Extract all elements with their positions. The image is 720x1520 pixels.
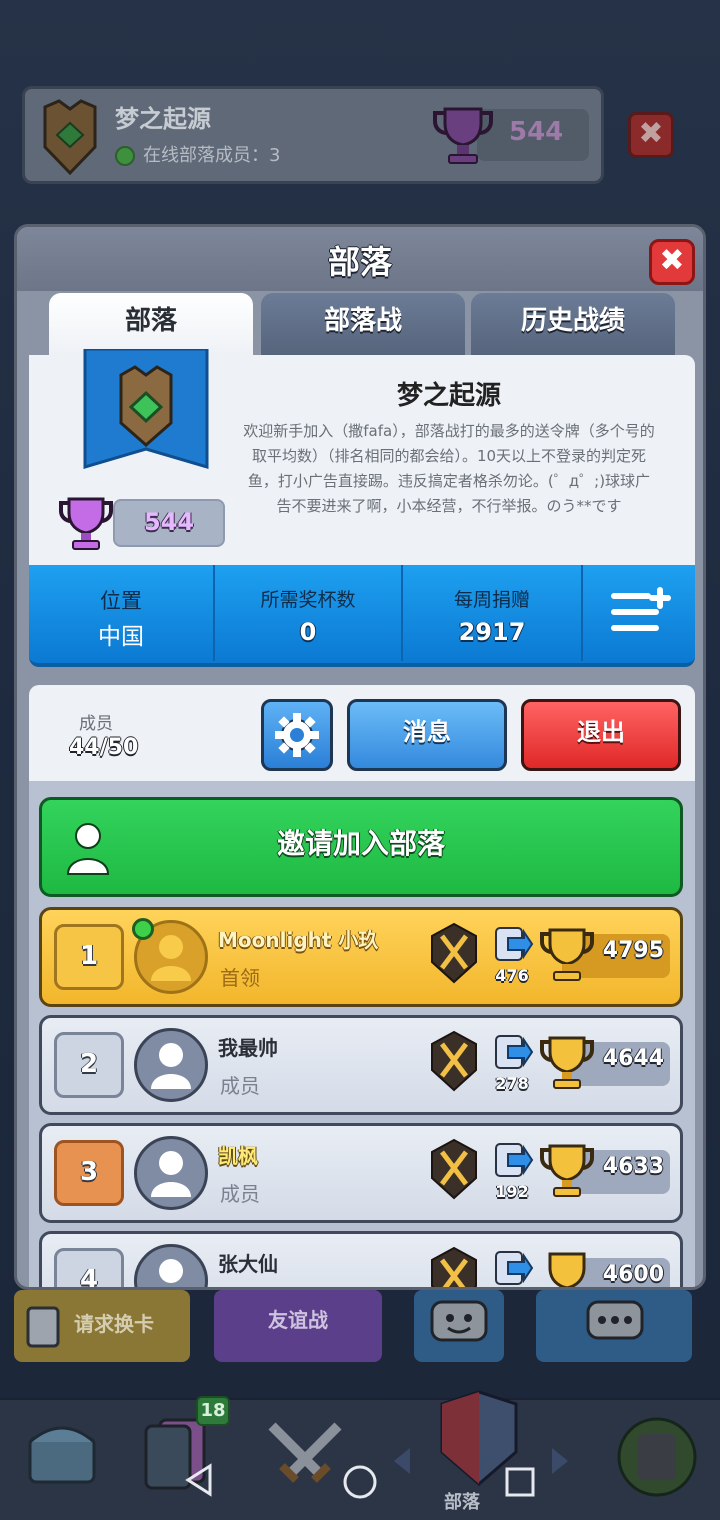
- stat-required-trophies: 所需奖杯数 0: [215, 565, 401, 661]
- donation-card-icon: [495, 927, 534, 961]
- events-icon[interactable]: [612, 1412, 702, 1502]
- invite-label: 邀请加入部落: [276, 827, 445, 860]
- cards-badge: 18: [196, 1396, 230, 1426]
- member-trophies: 4795: [602, 938, 664, 963]
- top-close-button[interactable]: ✖: [628, 112, 674, 158]
- modal-title: 部落: [327, 243, 392, 281]
- donation-card-icon: [495, 1251, 534, 1285]
- avatar: [134, 1028, 208, 1102]
- weekly-label: 每周捐赠: [453, 589, 530, 611]
- online-indicator: [132, 918, 154, 940]
- friendly-battle-button[interactable]: 友谊战: [214, 1290, 382, 1362]
- settings-button[interactable]: [261, 699, 333, 771]
- online-members: 在线部落成员：3: [115, 141, 280, 167]
- gear-icon: [275, 713, 319, 757]
- trophy-icon: [433, 107, 493, 164]
- chat-button[interactable]: [536, 1290, 692, 1362]
- stat-location: 位置 中国: [29, 565, 213, 661]
- member-trophies: 4600: [602, 1262, 664, 1287]
- stat-weekly-donations: 每周捐赠 2917: [403, 565, 581, 661]
- clan-modal: 部落 ✖ 部落 部落战 历史战绩 梦之起源 欢迎新手加入（撒fafa），部落战打…: [14, 224, 706, 1290]
- rank-badge: 2: [54, 1032, 124, 1098]
- avatar: [134, 1136, 208, 1210]
- emote-button[interactable]: [414, 1290, 504, 1362]
- clan-header-card[interactable]: 梦之起源 在线部落成员：3 544: [22, 86, 604, 184]
- member-role: 首领: [220, 966, 260, 990]
- member-trophies: 4644: [602, 1046, 664, 1071]
- online-text: 在线部落成员：3: [143, 145, 281, 166]
- clan-badge-icon: [43, 99, 97, 176]
- nav-right-arrow-icon[interactable]: [548, 1444, 572, 1478]
- members-panel: 成员 44/50 消息 退出: [29, 685, 695, 781]
- donation-count: 476: [495, 966, 529, 985]
- divider: [581, 565, 583, 661]
- war-sword-icon: [431, 1030, 477, 1092]
- friendly-battle-label: 友谊战: [268, 1308, 328, 1332]
- online-icon: [115, 146, 135, 166]
- trophy-count: 544: [509, 117, 564, 147]
- recents-icon[interactable]: [504, 1466, 536, 1498]
- user-icon: [159, 1259, 183, 1283]
- request-cards-button[interactable]: 请求换卡: [14, 1290, 190, 1362]
- clan-info-card: 梦之起源 欢迎新手加入（撒fafa），部落战打的最多的送令牌（多个号的取平均数）…: [29, 349, 695, 565]
- tab-war-history[interactable]: 历史战绩: [471, 293, 675, 355]
- battle-swords-icon[interactable]: [262, 1416, 348, 1496]
- user-icon: [151, 1151, 191, 1197]
- avatar: [134, 1244, 208, 1287]
- chest-icon[interactable]: [22, 1412, 102, 1492]
- rank-badge: 3: [54, 1140, 124, 1206]
- back-icon[interactable]: [184, 1462, 214, 1498]
- war-sword-icon: [431, 922, 477, 984]
- member-name: 我最帅: [218, 1036, 278, 1060]
- location-value: 中国: [98, 624, 144, 650]
- member-row[interactable]: 1 Moonlight 小玖 首领 476 4795: [39, 907, 683, 1007]
- user-icon: [151, 1043, 191, 1089]
- request-cards-label: 请求换卡: [74, 1312, 154, 1336]
- war-sword-icon: [431, 1138, 477, 1200]
- member-trophies: 4633: [602, 1154, 664, 1179]
- rank-badge: 4: [54, 1248, 124, 1287]
- nav-left-arrow-icon[interactable]: [390, 1444, 414, 1478]
- sort-add-icon[interactable]: [609, 587, 673, 639]
- clan-title: 梦之起源: [396, 381, 501, 411]
- exit-button[interactable]: 退出: [521, 699, 681, 771]
- donation-card-icon: [495, 1035, 534, 1069]
- member-row[interactable]: 2 我最帅 成员 278 4644: [39, 1015, 683, 1115]
- tab-clan-war[interactable]: 部落战: [261, 293, 465, 355]
- war-sword-icon: [431, 1246, 477, 1287]
- modal-close-button[interactable]: ✖: [649, 239, 695, 285]
- message-button[interactable]: 消息: [347, 699, 507, 771]
- clan-trophy-count: 544: [113, 499, 225, 547]
- donation-card-icon: [495, 1143, 534, 1177]
- location-label: 位置: [100, 589, 142, 613]
- chat-icon: [586, 1300, 644, 1340]
- invite-button[interactable]: 邀请加入部落: [39, 797, 683, 897]
- emote-icon: [430, 1300, 488, 1342]
- weekly-value: 2917: [458, 618, 526, 646]
- member-role: 成员: [220, 1074, 260, 1098]
- required-value: 0: [299, 618, 317, 646]
- required-label: 所需奖杯数: [260, 589, 356, 611]
- home-icon[interactable]: [342, 1464, 378, 1500]
- card-icon: [26, 1306, 60, 1348]
- member-name: 张大仙: [218, 1252, 278, 1276]
- members-label: 成员: [79, 714, 113, 734]
- clan-description: 欢迎新手加入（撒fafa），部落战打的最多的送令牌（多个号的取平均数）（排名相同…: [243, 422, 655, 515]
- member-row[interactable]: 4 张大仙 4600: [39, 1231, 683, 1287]
- donation-count: 278: [495, 1074, 529, 1093]
- donation-count: 192: [495, 1182, 529, 1201]
- trophy-icon: [59, 497, 113, 550]
- clan-name: 梦之起源: [115, 105, 211, 133]
- member-row[interactable]: 3 凯枫 成员 192 4633: [39, 1123, 683, 1223]
- rank-badge: 1: [54, 924, 124, 990]
- member-name: 凯枫: [218, 1144, 258, 1168]
- clan-stats-bar: 位置 中国 所需奖杯数 0 每周捐赠 2917: [29, 565, 695, 667]
- nav-clan-label: 部落: [444, 1492, 480, 1513]
- clan-banner-icon: [83, 349, 209, 470]
- bottom-navigation: [0, 1390, 720, 1520]
- tab-clan[interactable]: 部落: [49, 293, 253, 355]
- member-role: 成员: [220, 1182, 260, 1206]
- member-name: Moonlight 小玖: [218, 928, 379, 952]
- members-count: 44/50: [69, 735, 139, 760]
